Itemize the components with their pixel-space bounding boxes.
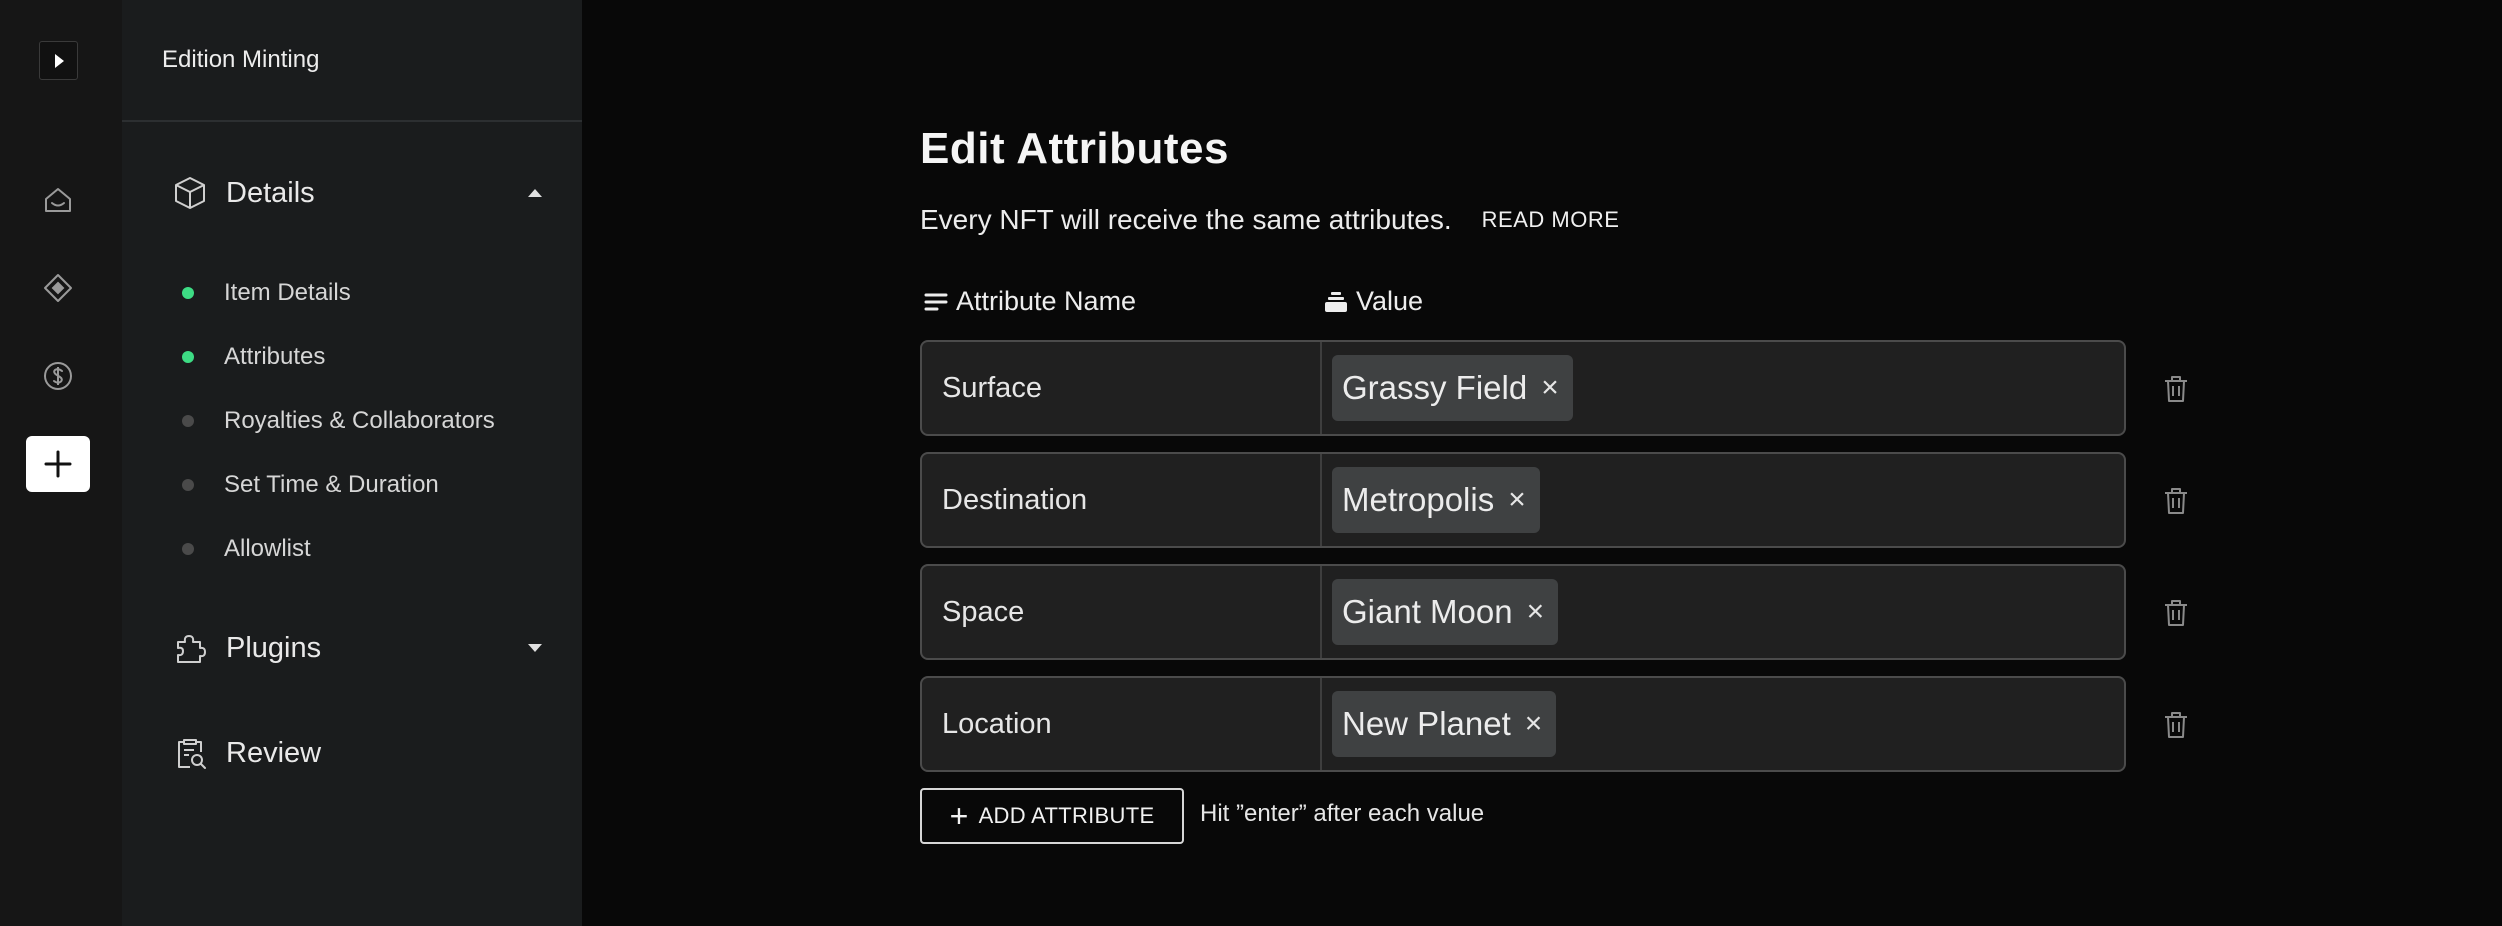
column-header-name: Attribute Name <box>922 286 1136 317</box>
trash-icon <box>2165 600 2187 626</box>
column-header-label: Attribute Name <box>956 286 1137 316</box>
delete-attribute-button[interactable] <box>2156 705 2196 745</box>
rail-dollar-button[interactable] <box>26 348 90 404</box>
chip-remove-icon[interactable]: × <box>1541 371 1559 405</box>
rail-create-button[interactable] <box>26 436 90 492</box>
stack-icon <box>1325 291 1347 312</box>
delete-attribute-button[interactable] <box>2156 369 2196 409</box>
plus-icon <box>44 450 72 478</box>
sidebar-section-label: Plugins <box>226 631 322 664</box>
attribute-name-input[interactable]: Destination <box>922 454 1322 546</box>
delete-attribute-button[interactable] <box>2156 481 2196 521</box>
home-icon <box>45 188 71 212</box>
plus-icon: + <box>949 797 969 834</box>
rail-diamond-button[interactable] <box>26 260 90 316</box>
icon-rail <box>0 0 122 926</box>
sidebar-section-review[interactable]: Review <box>172 728 542 778</box>
status-dot-pending <box>182 479 194 491</box>
sidebar-item-royalties[interactable]: Royalties & Collaborators <box>182 401 495 441</box>
status-dot-pending <box>182 415 194 427</box>
chip-label: Giant Moon <box>1342 593 1513 630</box>
add-attribute-button[interactable]: + ADD ATTRIBUTE <box>920 788 1184 844</box>
sidebar-header: Edition Minting <box>122 0 582 122</box>
enter-hint: Hit ”enter” after each value <box>1200 800 1485 827</box>
attribute-row: Location New Planet × <box>920 676 2126 772</box>
attribute-value-input[interactable]: Grassy Field × <box>1322 342 2124 434</box>
sidebar-item-label: Attributes <box>224 343 326 370</box>
attribute-row: Space Giant Moon × <box>920 564 2126 660</box>
rail-home-button[interactable] <box>26 172 90 228</box>
value-chip: Giant Moon × <box>1332 579 1559 645</box>
caret-up-icon <box>528 189 542 197</box>
chip-remove-icon[interactable]: × <box>1508 483 1526 517</box>
attribute-name-input[interactable]: Location <box>922 678 1322 770</box>
trash-icon <box>2165 488 2187 514</box>
caret-down-icon <box>528 644 542 652</box>
sidebar-section-label: Details <box>226 176 315 209</box>
cube-icon <box>175 177 205 209</box>
add-attribute-label: ADD ATTRIBUTE <box>978 803 1155 828</box>
sidebar-item-label: Set Time & Duration <box>224 471 439 498</box>
sidebar-item-label: Item Details <box>224 279 351 306</box>
trash-icon <box>2165 376 2187 402</box>
sidebar-item-allowlist[interactable]: Allowlist <box>182 529 311 569</box>
attribute-name-input[interactable]: Surface <box>922 342 1322 434</box>
page-title: Edit Attributes <box>920 124 1229 173</box>
trash-icon <box>2165 712 2187 738</box>
delete-attribute-button[interactable] <box>2156 593 2196 633</box>
chip-label: Metropolis <box>1342 481 1495 518</box>
attribute-value-input[interactable]: Metropolis × <box>1322 454 2124 546</box>
attribute-value-input[interactable]: New Planet × <box>1322 678 2124 770</box>
dollar-icon <box>44 362 72 390</box>
clipboard-search-icon <box>178 739 206 769</box>
chip-label: Grassy Field <box>1342 369 1528 406</box>
sidebar-item-set-time[interactable]: Set Time & Duration <box>182 465 439 505</box>
attribute-row: Surface Grassy Field × <box>920 340 2126 436</box>
text-lines-icon <box>924 293 948 310</box>
sidebar-item-attributes[interactable]: Attributes <box>182 337 325 377</box>
sidebar-item-label: Royalties & Collaborators <box>224 407 495 434</box>
expand-toggle-button[interactable] <box>39 41 78 80</box>
sidebar-item-item-details[interactable]: Item Details <box>182 273 351 313</box>
value-chip: Grassy Field × <box>1332 355 1573 421</box>
sidebar: Edition Minting Details Item Details Att… <box>122 0 582 926</box>
puzzle-icon <box>177 635 206 663</box>
chip-remove-icon[interactable]: × <box>1525 707 1543 741</box>
page-subtitle: Every NFT will receive the same attribut… <box>920 204 1619 236</box>
status-dot-complete <box>182 287 194 299</box>
value-chip: Metropolis × <box>1332 467 1540 533</box>
play-triangle-icon <box>54 53 64 68</box>
status-dot-complete <box>182 351 194 363</box>
subtitle-text: Every NFT will receive the same attribut… <box>920 204 1452 235</box>
read-more-link[interactable]: READ MORE <box>1482 207 1620 233</box>
chip-label: New Planet <box>1342 705 1511 742</box>
value-chip: New Planet × <box>1332 691 1557 757</box>
sidebar-item-label: Allowlist <box>224 535 311 562</box>
column-header-label: Value <box>1356 286 1424 316</box>
diamond-icon <box>44 274 72 302</box>
chip-remove-icon[interactable]: × <box>1527 595 1545 629</box>
main-content: Edit Attributes Every NFT will receive t… <box>920 0 2502 926</box>
sidebar-section-details[interactable]: Details <box>172 168 542 218</box>
sidebar-section-plugins[interactable]: Plugins <box>172 623 542 673</box>
status-dot-pending <box>182 543 194 555</box>
attribute-row: Destination Metropolis × <box>920 452 2126 548</box>
attribute-value-input[interactable]: Giant Moon × <box>1322 566 2124 658</box>
attribute-name-input[interactable]: Space <box>922 566 1322 658</box>
column-header-value: Value <box>1322 286 1423 317</box>
sidebar-section-label: Review <box>226 736 322 769</box>
